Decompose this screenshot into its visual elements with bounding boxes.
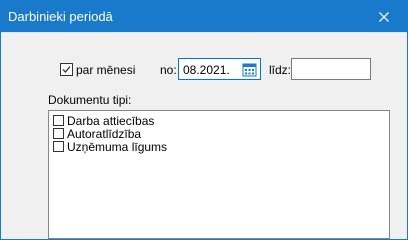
title-bar[interactable]: Darbinieki periodā [1,1,407,32]
from-date-field[interactable]: 08.2021. [178,58,261,80]
doc-types-label: Dokumentu tipi: [48,93,132,107]
to-label: līdz: [269,63,292,77]
to-date-field[interactable] [291,58,371,80]
from-date-value: 08.2021. [183,63,230,77]
window-title: Darbinieki periodā [8,9,113,24]
doc-type-label: Darba attiecības [67,114,155,128]
title-separator [1,32,407,33]
close-icon [379,11,389,22]
checkmark-icon [62,66,71,73]
doc-type-label: Autoratlīdzība [67,127,142,141]
doc-types-list[interactable]: Darba attiecības Autoratlīdzība Uzņēmuma… [48,110,390,239]
close-button[interactable] [361,1,407,32]
calendar-icon[interactable] [242,62,257,77]
doc-type-label: Uzņēmuma līgums [67,140,168,154]
doc-type-checkbox[interactable] [53,115,64,126]
dialog-window: Darbinieki periodā par mēnesi no: 08.202… [0,0,408,240]
per-month-label: par mēnesi [76,63,136,77]
from-label: no: [160,63,177,77]
dialog-content: par mēnesi no: 08.2021. līdz: Dokumentu … [1,32,407,239]
per-month-checkbox[interactable] [60,63,73,76]
doc-type-checkbox[interactable] [53,141,64,152]
doc-type-checkbox[interactable] [53,128,64,139]
